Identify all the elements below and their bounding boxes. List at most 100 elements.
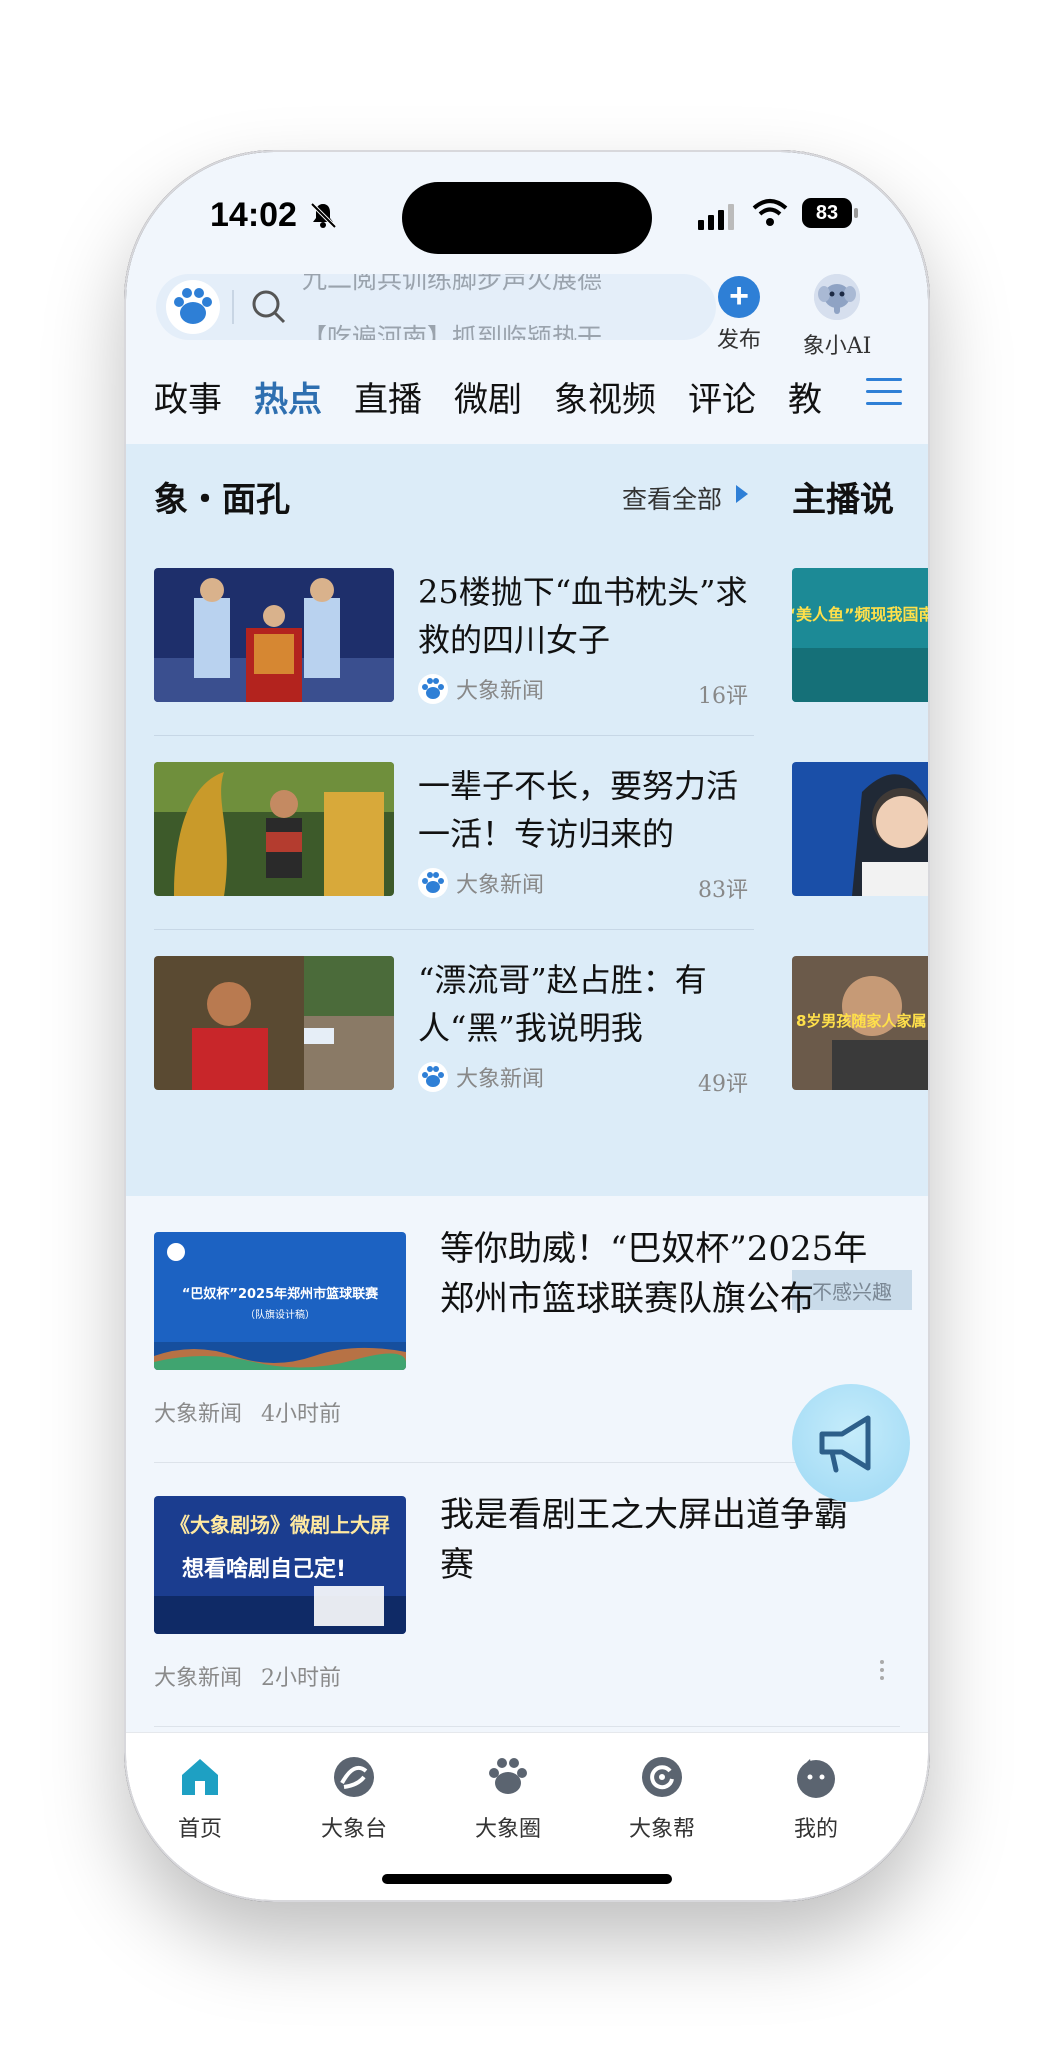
status-bar: 14:02 83 — [126, 152, 928, 272]
tab-zhengshi[interactable]: 政事 — [154, 372, 222, 421]
home-indicator — [382, 1874, 672, 1884]
paw-icon — [418, 674, 448, 704]
news-img-subtext: （队旗设计稿） — [245, 1308, 315, 1321]
feature-item[interactable]: “漂流哥”赵占胜：有人“黑”我说明我 大象新闻 49评 — [154, 956, 754, 1106]
ai-assistant-button[interactable]: 象小AI — [792, 274, 882, 360]
feature-thumbnail — [154, 956, 394, 1090]
feature-source-name: 大象新闻 — [456, 873, 545, 898]
nav-daxiangtai[interactable]: 大象台 — [294, 1755, 414, 1843]
tv-station-icon — [334, 1757, 374, 1797]
search-bar[interactable]: 九二阅兵训练脚步声火展德 【吃遍河南】抓到临颍热干… — [156, 274, 716, 340]
comment-count: 49评 — [698, 1072, 748, 1097]
home-icon — [182, 1759, 218, 1795]
divider — [154, 929, 754, 930]
ai-label: 象小AI — [802, 334, 872, 359]
news-time: 2小时前 — [261, 1666, 342, 1691]
nav-label: 大象帮 — [628, 1817, 695, 1842]
battery-nub — [854, 208, 858, 218]
nav-home[interactable]: 首页 — [140, 1755, 260, 1843]
side-thumbnail-image: “美人鱼”频现我国南 — [792, 568, 928, 702]
feature-item-title: “漂流哥”赵占胜：有人“黑”我说明我 — [418, 961, 707, 1047]
tab-weiju[interactable]: 微剧 — [454, 372, 522, 421]
elephant-mascot-icon — [814, 274, 860, 320]
nav-label: 大象台 — [320, 1817, 387, 1842]
tab-jiao[interactable]: 教 — [788, 372, 822, 421]
side-caption: 8岁男孩随家人家属：找了5天 — [796, 1012, 928, 1030]
news-time: 4小时前 — [261, 1402, 342, 1427]
feature-item-title: 一辈子不长，要努力活一活！专访归来的 — [418, 767, 739, 853]
search-icon — [252, 290, 286, 324]
news-source: 大象新闻 — [154, 1666, 243, 1691]
news-title: 我是看剧王之大屏出道争霸赛 — [440, 1495, 848, 1585]
nav-label: 首页 — [177, 1817, 222, 1842]
feature-section: 象・面孔 查看全部 主播说 25楼抛下“血书枕头”求救的四川女子 大象新闻 16… — [126, 444, 928, 1310]
side-feature-title[interactable]: 主播说 — [792, 472, 894, 521]
feature-item[interactable]: 25楼抛下“血书枕头”求救的四川女子 大象新闻 16评 — [154, 568, 754, 718]
side-feature-thumbnail[interactable]: “美人鱼”频现我国南 — [792, 568, 928, 702]
side-feature-thumbnail[interactable]: 8岁男孩随家人家属：找了5天 — [792, 956, 928, 1090]
ticker-line-1: 九二阅兵训练脚步声火展德 — [302, 274, 603, 294]
tab-pinglun[interactable]: 评论 — [688, 372, 756, 421]
news-meta: 大象新闻 4小时前 — [154, 1396, 353, 1428]
help-icon — [642, 1757, 682, 1797]
publish-button[interactable]: + 发布 — [694, 276, 784, 354]
plus-icon: + — [718, 276, 760, 318]
play-arrow-icon — [736, 485, 748, 503]
nav-label: 我的 — [793, 1817, 838, 1842]
nav-profile[interactable]: 我的 — [756, 1755, 876, 1843]
side-feature-thumbnail[interactable] — [792, 762, 928, 896]
signal-icon — [698, 204, 734, 230]
profile-icon — [797, 1759, 835, 1798]
news-img-text: 《大象剧场》微剧上大屏 — [170, 1513, 390, 1537]
divider — [154, 1462, 900, 1463]
feature-thumbnail — [154, 568, 394, 702]
search-divider — [232, 290, 234, 324]
news-source: 大象新闻 — [154, 1402, 243, 1427]
side-caption: “美人鱼”频现我国南 — [792, 605, 928, 624]
news-img-text: “巴奴杯”2025年郑州市篮球联赛 — [182, 1286, 379, 1302]
app-logo-paw-icon — [166, 280, 220, 334]
feature-source-name: 大象新闻 — [456, 679, 545, 704]
nav-daxiangbang[interactable]: 大象帮 — [602, 1755, 722, 1843]
tabs-menu-icon[interactable] — [866, 378, 902, 408]
news-meta: 大象新闻 2小时前 — [154, 1660, 353, 1692]
wifi-icon — [752, 199, 788, 226]
battery-indicator: 83 — [802, 198, 852, 228]
search-ticker: 九二阅兵训练脚步声火展德 【吃遍河南】抓到临颍热干… — [302, 274, 702, 340]
status-time: 14:02 — [210, 196, 297, 234]
paw-icon — [418, 868, 448, 898]
feature-item[interactable]: 一辈子不长，要努力活一活！专访归来的 大象新闻 83评 — [154, 762, 754, 912]
tab-redian[interactable]: 热点 — [254, 372, 322, 421]
divider — [154, 735, 754, 736]
news-thumbnail: 《大象剧场》微剧上大屏 想看啥剧自己定! — [154, 1496, 406, 1634]
nav-daxiangquan[interactable]: 大象圈 — [448, 1755, 568, 1843]
nav-label: 大象圈 — [474, 1817, 541, 1842]
paw-icon — [489, 1758, 527, 1794]
muted-bell-icon — [310, 202, 337, 229]
news-thumbnail: “巴奴杯”2025年郑州市篮球联赛 （队旗设计稿） — [154, 1232, 406, 1370]
dynamic-island — [402, 182, 652, 254]
news-img-subtext: 想看啥剧自己定! — [182, 1556, 346, 1582]
megaphone-icon — [819, 1415, 871, 1473]
side-thumbnail-image — [792, 762, 928, 896]
feature-item-source: 大象新闻 — [418, 674, 544, 704]
feature-item-source: 大象新闻 — [418, 868, 544, 898]
floating-announcement-button[interactable] — [792, 1384, 910, 1502]
feature-title: 象・面孔 — [154, 480, 290, 520]
view-all-link[interactable]: 查看全部 — [622, 480, 722, 516]
phone-screen: 14:02 83 九二阅兵训练脚步声火展德 【吃遍河南】抓到临颍热干… + 发布… — [126, 152, 928, 1900]
divider — [154, 1726, 900, 1727]
feature-source-name: 大象新闻 — [456, 1067, 545, 1092]
tab-zhibo[interactable]: 直播 — [354, 372, 422, 421]
comment-count: 16评 — [698, 684, 748, 709]
feature-thumbnail — [154, 762, 394, 896]
tab-xiangshipin[interactable]: 象视频 — [554, 372, 656, 421]
publish-label: 发布 — [716, 328, 761, 353]
paw-icon — [418, 1062, 448, 1092]
ticker-line-2: 【吃遍河南】抓到临颍热干… — [302, 323, 628, 340]
more-options-icon[interactable] — [880, 1660, 886, 1684]
comment-count: 83评 — [698, 878, 748, 903]
news-title: 等你助威！“巴奴杯”2025年郑州市篮球联赛队旗公布 — [440, 1229, 868, 1319]
side-thumbnail-image: 8岁男孩随家人家属：找了5天 — [792, 956, 928, 1090]
category-tabs: 政事 热点 直播 微剧 象视频 评论 教 — [126, 358, 928, 434]
